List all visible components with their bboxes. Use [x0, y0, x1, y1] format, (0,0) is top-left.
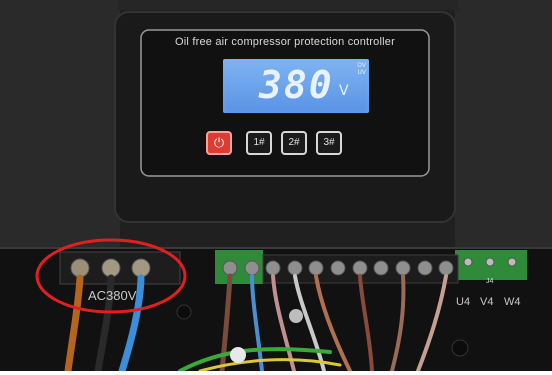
cable-tie	[230, 347, 246, 363]
voltage-unit: V	[339, 83, 349, 99]
power-terminals	[70, 258, 151, 278]
button-2[interactable]: 2#	[281, 131, 307, 155]
output-label-w4: W4	[504, 296, 521, 308]
scene-illustration	[0, 0, 552, 375]
power-input-label: AC380V	[88, 288, 137, 303]
voltage-readout: 380	[259, 63, 334, 107]
j4-label: J4	[486, 278, 494, 285]
button-1[interactable]: 1#	[246, 131, 272, 155]
output-label-v4: V4	[480, 296, 494, 308]
photo-scene: Oil free air compressor protection contr…	[0, 0, 552, 375]
ov-indicator: OV	[357, 62, 366, 69]
mounting-hole	[176, 304, 192, 320]
controller-title: Oil free air compressor protection contr…	[175, 36, 395, 48]
lcd-display: 380 V OV UV	[223, 59, 369, 113]
button-3[interactable]: 3#	[316, 131, 342, 155]
mounting-hole	[451, 339, 469, 357]
output-label-u4: U4	[456, 296, 471, 308]
screw-head	[289, 309, 303, 323]
uv-indicator: UV	[357, 69, 367, 76]
power-icon: ⏻	[213, 135, 225, 150]
power-button[interactable]: ⏻	[206, 131, 232, 155]
